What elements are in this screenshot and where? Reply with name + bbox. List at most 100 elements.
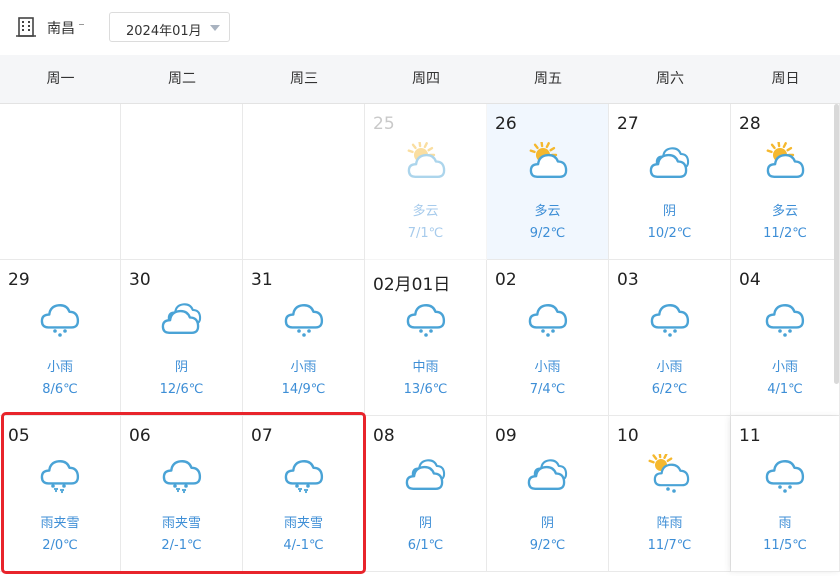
temperature-range: 8/6℃: [42, 382, 78, 397]
calendar-day-cell[interactable]: 11 雨 11/5℃: [731, 416, 840, 572]
calendar-day-cell[interactable]: 02 小雨 7/4℃: [487, 260, 609, 416]
temperature-range: 2/-1℃: [161, 538, 202, 553]
weather-condition: 雨夹雪: [283, 516, 323, 531]
weather-condition: 阴: [418, 516, 432, 531]
calendar-cell-empty: [243, 104, 365, 260]
top-bar: 南昌 2024年01月: [0, 0, 840, 56]
day-date: 10: [617, 426, 639, 446]
calendar-day-cell[interactable]: 02月01日中雨 13/6℃: [365, 260, 487, 416]
temperature-range: 4/1℃: [767, 382, 803, 397]
day-date: 31: [251, 270, 273, 290]
temperature-range: 11/5℃: [763, 538, 807, 553]
light-rain-icon: [406, 304, 445, 337]
calendar-day-cell[interactable]: 30 阴 12/6℃: [121, 260, 243, 416]
temperature-range: 6/1℃: [407, 538, 444, 553]
city-selector[interactable]: 南昌: [47, 18, 75, 38]
weekday-label: 周三: [290, 71, 318, 87]
overcast-icon: [649, 147, 689, 178]
day-date: 28: [739, 114, 761, 134]
scrollbar[interactable]: [834, 104, 839, 384]
calendar-day-cell[interactable]: 27 阴 10/2℃: [609, 104, 731, 260]
weather-condition: 多云: [534, 204, 561, 219]
temperature-range: 13/6℃: [403, 382, 448, 397]
weather-condition: 多云: [771, 204, 798, 219]
building-icon: [16, 17, 36, 37]
day-date: 05: [8, 426, 30, 446]
month-select[interactable]: 2024年01月: [109, 12, 230, 42]
overcast-icon: [527, 459, 567, 490]
calendar-day-cell[interactable]: 28 多云 11/2℃: [731, 104, 840, 260]
temperature-range: 9/2℃: [529, 538, 566, 553]
overcast-icon: [161, 303, 201, 334]
weather-condition: 中雨: [412, 360, 439, 375]
weather-condition: 小雨: [771, 360, 798, 375]
weather-condition: 阴: [174, 360, 188, 375]
day-date: 07: [251, 426, 273, 446]
temperature-range: 7/4℃: [529, 382, 566, 397]
temperature-range: 7/1℃: [407, 226, 444, 241]
day-date: 29: [8, 270, 30, 290]
temperature-range: 6/2℃: [651, 382, 688, 397]
temperature-range: 2/0℃: [42, 538, 78, 553]
weather-condition: 小雨: [656, 360, 683, 375]
calendar-day-cell[interactable]: 06 雨夹雪 2/-1℃: [121, 416, 243, 572]
temperature-range: 12/6℃: [159, 382, 204, 397]
calendar-day-cell[interactable]: 03 小雨 6/2℃: [609, 260, 731, 416]
calendar-cell-empty: [0, 104, 121, 260]
day-date: 11: [739, 426, 761, 446]
sleet-icon: [40, 460, 80, 494]
weather-condition: 阴: [540, 516, 554, 531]
weekday-label: 周日: [771, 71, 800, 87]
calendar-day-cell[interactable]: 31 小雨 14/9℃: [243, 260, 365, 416]
calendar-day-cell[interactable]: 25 多云 7/1℃: [365, 104, 487, 260]
overcast-icon: [405, 459, 445, 490]
sleet-icon: [284, 460, 323, 494]
calendar-day-cell[interactable]: 09 阴 9/2℃: [487, 416, 609, 572]
day-date: 02月01日: [373, 275, 451, 295]
day-date: 09: [495, 426, 517, 446]
weather-condition: 多云: [412, 204, 439, 219]
day-date: 25: [373, 114, 395, 134]
light-rain-icon: [40, 304, 80, 337]
day-date: 06: [129, 426, 151, 446]
sleet-icon: [162, 460, 201, 494]
day-date: 08: [373, 426, 395, 446]
calendar-day-cell[interactable]: 08 阴 6/1℃: [365, 416, 487, 572]
calendar-day-cell[interactable]: 29 小雨 8/6℃: [0, 260, 121, 416]
calendar-day-cell[interactable]: 05 雨夹雪 2/0℃: [0, 416, 121, 572]
light-rain-icon: [284, 304, 323, 337]
day-date: 30: [129, 270, 151, 290]
weekday-label: 周二: [168, 71, 196, 87]
caret-down-icon: [210, 25, 220, 31]
weather-condition: 雨夹雪: [161, 516, 201, 531]
temperature-range: 9/2℃: [529, 226, 566, 241]
temperature-range: 4/-1℃: [283, 538, 324, 553]
partly-cloudy-icon: [407, 142, 445, 178]
day-date: 02: [495, 270, 517, 290]
light-rain-icon: [650, 304, 689, 337]
light-rain-icon: [528, 304, 567, 337]
day-date: 04: [739, 270, 761, 290]
temperature-range: 10/2℃: [647, 226, 692, 241]
temperature-range: 11/2℃: [763, 226, 807, 241]
weather-condition: 雨: [778, 516, 792, 531]
weather-condition: 阵雨: [656, 516, 683, 531]
calendar-day-cell[interactable]: 04 小雨 4/1℃: [731, 260, 840, 416]
weather-condition: 小雨: [290, 360, 317, 375]
weekday-header: 周一 周二 周三 周四 周五 周六 周日: [0, 55, 840, 104]
day-date: 03: [617, 270, 639, 290]
weekday-label: 周一: [46, 71, 75, 87]
rain-icon: [765, 460, 805, 493]
calendar-day-cell[interactable]: 10 阵雨 11/7℃: [609, 416, 731, 572]
partly-cloudy-icon: [766, 142, 805, 178]
light-rain-icon: [765, 304, 805, 337]
calendar-grid: 25 多云 7/1℃ 26 多云 9/2℃ 27 阴 10/2℃ 28 多云 11/2℃ 29 小雨 8/6…: [0, 104, 840, 576]
calendar-day-cell[interactable]: 26 多云 9/2℃: [487, 104, 609, 260]
weather-condition: 雨夹雪: [40, 516, 80, 531]
weather-condition: 阴: [662, 204, 676, 219]
weather-condition: 小雨: [534, 360, 561, 375]
calendar-day-cell[interactable]: 07 雨夹雪 4/-1℃: [243, 416, 365, 572]
partly-cloudy-icon: [529, 142, 567, 178]
temperature-range: 11/7℃: [647, 538, 692, 553]
weather-condition: 小雨: [46, 360, 73, 375]
